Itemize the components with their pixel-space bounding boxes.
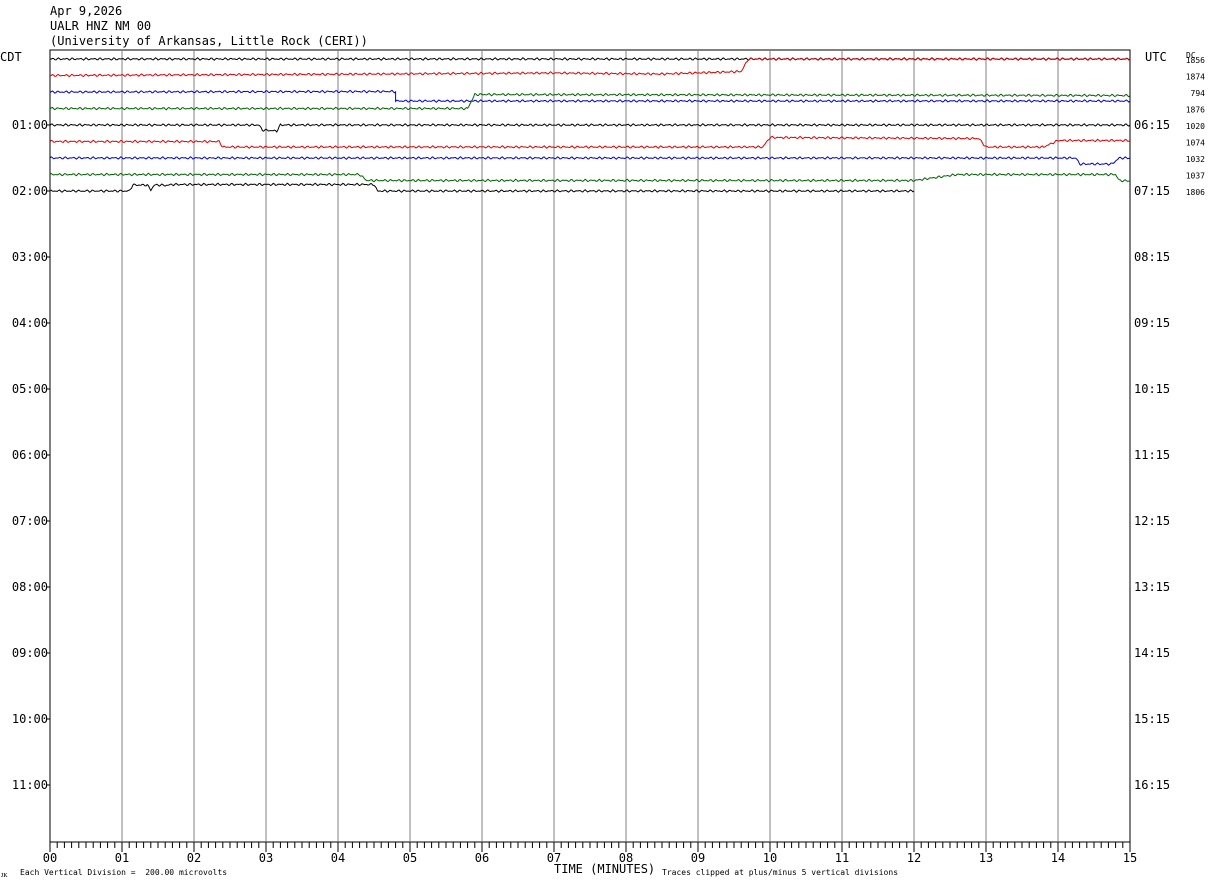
cdt-tick-label: 11:00 [12, 778, 48, 792]
x-tick-label: 04 [331, 851, 345, 865]
helicorder-plot: 00 01 02 03 04 05 06 07 08 09 10 11 12 13 14 15CDT UTC DC… [0, 49, 1206, 865]
utc-tick-label: 07:15 [1134, 184, 1170, 198]
cdt-tick-label: 05:00 [12, 382, 48, 396]
dc-value-label: 794 [1191, 89, 1206, 98]
cdt-tick-label: 06:00 [12, 448, 48, 462]
utc-tick-label: 15:15 [1134, 712, 1170, 726]
trace-line [49, 156, 1131, 166]
corner-mark: ᴊᴋ [1, 870, 8, 879]
x-tick-label: 14 [1051, 851, 1065, 865]
utc-axis-title: UTC [1145, 50, 1167, 64]
x-tick-label: 00 [43, 851, 57, 865]
cdt-tick-label: 03:00 [12, 250, 48, 264]
x-tick-label: 15 [1123, 851, 1137, 865]
x-tick-label: 06 [475, 851, 489, 865]
dc-value-label: 1074 [1186, 139, 1205, 148]
trace-line [49, 123, 1131, 133]
utc-tick-label: 11:15 [1134, 448, 1170, 462]
cdt-tick-label: 10:00 [12, 712, 48, 726]
utc-tick-label: 12:15 [1134, 514, 1170, 528]
x-tick-label: 12 [907, 851, 921, 865]
dc-value-label: 1876 [1186, 106, 1205, 115]
utc-tick-label: 06:15 [1134, 118, 1170, 132]
dc-value-label: 1020 [1186, 122, 1205, 131]
trace-line [49, 172, 1131, 183]
utc-tick-label: 13:15 [1134, 580, 1170, 594]
cdt-tick-label: 07:00 [12, 514, 48, 528]
plot-frame [49, 49, 1131, 843]
dc-value-label: 1806 [1186, 188, 1205, 197]
x-tick-label: 10 [763, 851, 777, 865]
x-tick-label: 02 [187, 851, 201, 865]
cdt-tick-label: 04:00 [12, 316, 48, 330]
cdt-tick-label: 02:00 [12, 184, 48, 198]
scale-note: Each Vertical Division = 200.00 microvol… [20, 868, 228, 877]
x-tick-label: 05 [403, 851, 417, 865]
utc-tick-label: 14:15 [1134, 646, 1170, 660]
dc-value-label: 1856 [1186, 56, 1205, 65]
utc-tick-label: 10:15 [1134, 382, 1170, 396]
x-tick-label: 11 [835, 851, 849, 865]
utc-tick-label: 09:15 [1134, 316, 1170, 330]
clip-note: Traces clipped at plus/minus 5 vertical … [662, 868, 899, 877]
dc-value-label: 1874 [1186, 73, 1205, 82]
dc-value-label: 1032 [1186, 155, 1205, 164]
cdt-tick-label: 01:00 [12, 118, 48, 132]
cdt-axis-title: CDT [0, 50, 22, 64]
x-tick-label: 01 [115, 851, 129, 865]
trace-line [49, 57, 1131, 78]
trace-line [49, 89, 1131, 103]
x-axis-title: TIME (MINUTES) [554, 862, 656, 876]
cdt-tick-label: 08:00 [12, 580, 48, 594]
trace-line [49, 135, 1131, 149]
x-tick-label: 09 [691, 851, 705, 865]
x-tick-label: 03 [259, 851, 273, 865]
dc-value-label: 1037 [1186, 172, 1205, 181]
x-tick-label: 13 [979, 851, 993, 865]
utc-tick-label: 08:15 [1134, 250, 1170, 264]
utc-tick-label: 16:15 [1134, 778, 1170, 792]
cdt-tick-label: 09:00 [12, 646, 48, 660]
